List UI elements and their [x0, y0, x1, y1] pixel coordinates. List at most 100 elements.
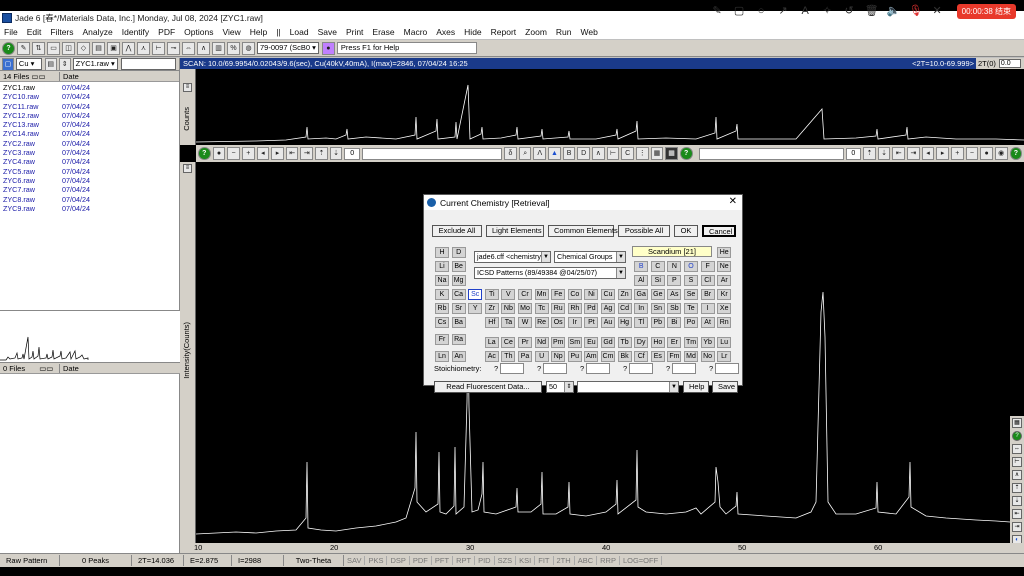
element-Ti[interactable]: Ti: [484, 289, 499, 300]
list-item[interactable]: ZYC14.raw 07/04/24: [0, 129, 179, 138]
zoom-icon[interactable]: ⌕: [518, 147, 532, 160]
bottom-side-icon[interactable]: ⇣: [1012, 496, 1022, 506]
list-item[interactable]: ZYC9.raw 07/04/24: [0, 204, 179, 213]
list-item[interactable]: ZYC12.raw 07/04/24: [0, 111, 179, 120]
element-I[interactable]: I: [700, 303, 715, 314]
element-Pm[interactable]: Pm: [551, 337, 566, 348]
background-icon[interactable]: ◫: [62, 41, 75, 55]
help4-icon[interactable]: ?: [1009, 147, 1023, 160]
element-W[interactable]: W: [518, 317, 532, 328]
help-side-icon[interactable]: ?: [1012, 431, 1022, 441]
exclude-all-button[interactable]: Exclude All: [432, 225, 482, 237]
element-Xe[interactable]: Xe: [717, 303, 732, 314]
element-Al[interactable]: Al: [634, 275, 649, 286]
element-Gd[interactable]: Gd: [601, 337, 615, 348]
element-Cd[interactable]: Cd: [617, 303, 632, 314]
magic-icon[interactable]: ✧: [821, 4, 834, 18]
chemical-groups-select[interactable]: Chemical Groups ▼: [554, 251, 626, 263]
element-Ga[interactable]: Ga: [634, 289, 649, 300]
circle-icon[interactable]: ○: [755, 4, 768, 18]
menu-item-6[interactable]: Options: [184, 27, 213, 37]
shift-left2-icon[interactable]: ◂: [921, 147, 935, 160]
element-Lr[interactable]: Lr: [717, 351, 732, 362]
shift-right-icon[interactable]: ▸: [271, 147, 284, 160]
close-recorder-icon[interactable]: ✕: [931, 4, 944, 18]
plus-icon[interactable]: +: [241, 147, 255, 160]
sort-icon[interactable]: ⇅: [32, 41, 45, 55]
rectangle-icon[interactable]: ▢: [733, 4, 746, 18]
database-select[interactable]: jade6.cff <chemistry ▼: [474, 251, 551, 263]
element-Ir[interactable]: Ir: [567, 317, 582, 328]
count-spinner[interactable]: 50 ⇕: [546, 381, 574, 393]
element-Tm[interactable]: Tm: [684, 337, 698, 348]
stoich-input[interactable]: [500, 363, 524, 374]
element-Tb[interactable]: Tb: [617, 337, 632, 348]
menu-item-3[interactable]: Analyze: [83, 27, 113, 37]
left-side-icon[interactable]: ⇤: [1012, 509, 1022, 519]
element-An[interactable]: An: [451, 351, 466, 362]
overlay-icon[interactable]: ∧: [197, 41, 210, 55]
undo-icon[interactable]: ↺: [843, 4, 856, 18]
expand-right-icon[interactable]: ⇥: [300, 147, 314, 160]
scale-down-icon[interactable]: ⇣: [329, 147, 343, 160]
element-Cl[interactable]: Cl: [700, 275, 715, 286]
element-Sb[interactable]: Sb: [667, 303, 682, 314]
element-Cr[interactable]: Cr: [518, 289, 532, 300]
element-Dy[interactable]: Dy: [634, 337, 649, 348]
element-As[interactable]: As: [667, 289, 682, 300]
element-Mo[interactable]: Mo: [518, 303, 532, 314]
element-Si[interactable]: Si: [650, 275, 665, 286]
peak-search-icon[interactable]: ⋀: [122, 41, 135, 55]
element-Pd[interactable]: Pd: [584, 303, 599, 314]
menu-item-9[interactable]: ||: [276, 27, 280, 37]
element-Pb[interactable]: Pb: [650, 317, 665, 328]
list-item[interactable]: ZYC1.raw 07/04/24: [0, 83, 179, 92]
fluorescent-select[interactable]: ▼: [577, 381, 679, 393]
menu-item-7[interactable]: View: [222, 27, 240, 37]
element-Se[interactable]: Se: [684, 289, 698, 300]
element-Rn[interactable]: Rn: [717, 317, 732, 328]
element-Es[interactable]: Es: [650, 351, 665, 362]
percent-icon[interactable]: %: [227, 41, 240, 55]
stoich-input[interactable]: [672, 363, 696, 374]
pdf-overlay-icon[interactable]: ▥: [212, 41, 225, 55]
status-flag[interactable]: SZS: [495, 556, 517, 565]
menu-item-16[interactable]: Hide: [464, 27, 481, 37]
help2-icon[interactable]: ?: [198, 147, 211, 160]
pattern-thumbnail[interactable]: [0, 310, 180, 363]
element-Tc[interactable]: Tc: [534, 303, 549, 314]
status-flag[interactable]: DSP: [387, 556, 410, 565]
element-Rh[interactable]: Rh: [567, 303, 582, 314]
list-item[interactable]: ZYC13.raw 07/04/24: [0, 120, 179, 129]
element-Er[interactable]: Er: [667, 337, 682, 348]
globe-icon[interactable]: ◍: [242, 41, 255, 55]
element-S[interactable]: S: [684, 275, 698, 286]
shift-right2-icon[interactable]: ▸: [936, 147, 949, 160]
print-icon[interactable]: ▤: [92, 41, 105, 55]
element-Br[interactable]: Br: [700, 289, 715, 300]
list-item[interactable]: ZYC7.raw 07/04/24: [0, 185, 179, 194]
list-item[interactable]: ZYC10.raw 07/04/24: [0, 92, 179, 101]
menu-item-20[interactable]: Web: [581, 27, 598, 37]
element-Md[interactable]: Md: [684, 351, 698, 362]
stoich-input[interactable]: [586, 363, 610, 374]
element-D[interactable]: D: [451, 247, 466, 258]
scale-down2-icon[interactable]: ⇣: [877, 147, 891, 160]
spin-icon[interactable]: ⇕: [58, 57, 71, 71]
element-Kr[interactable]: Kr: [717, 289, 732, 300]
element-Ge[interactable]: Ge: [650, 289, 665, 300]
stoich-input[interactable]: [543, 363, 567, 374]
peak-side-icon[interactable]: ∧: [1012, 470, 1022, 480]
element-Ra[interactable]: Ra: [451, 334, 466, 345]
list-item[interactable]: ZYC11.raw 07/04/24: [0, 102, 179, 111]
element-Os[interactable]: Os: [551, 317, 566, 328]
element-Pt[interactable]: Pt: [584, 317, 599, 328]
element-O[interactable]: O: [684, 261, 698, 272]
expand-left2-icon[interactable]: ⇤: [892, 147, 906, 160]
element-Pu[interactable]: Pu: [567, 351, 582, 362]
list-item[interactable]: ZYC5.raw 07/04/24: [0, 167, 179, 176]
scale-up2-icon[interactable]: ⇡: [863, 147, 876, 160]
element-Lu[interactable]: Lu: [717, 337, 732, 348]
peak-label-icon[interactable]: ᐱ: [533, 147, 547, 160]
status-flag[interactable]: PDF: [410, 556, 432, 565]
